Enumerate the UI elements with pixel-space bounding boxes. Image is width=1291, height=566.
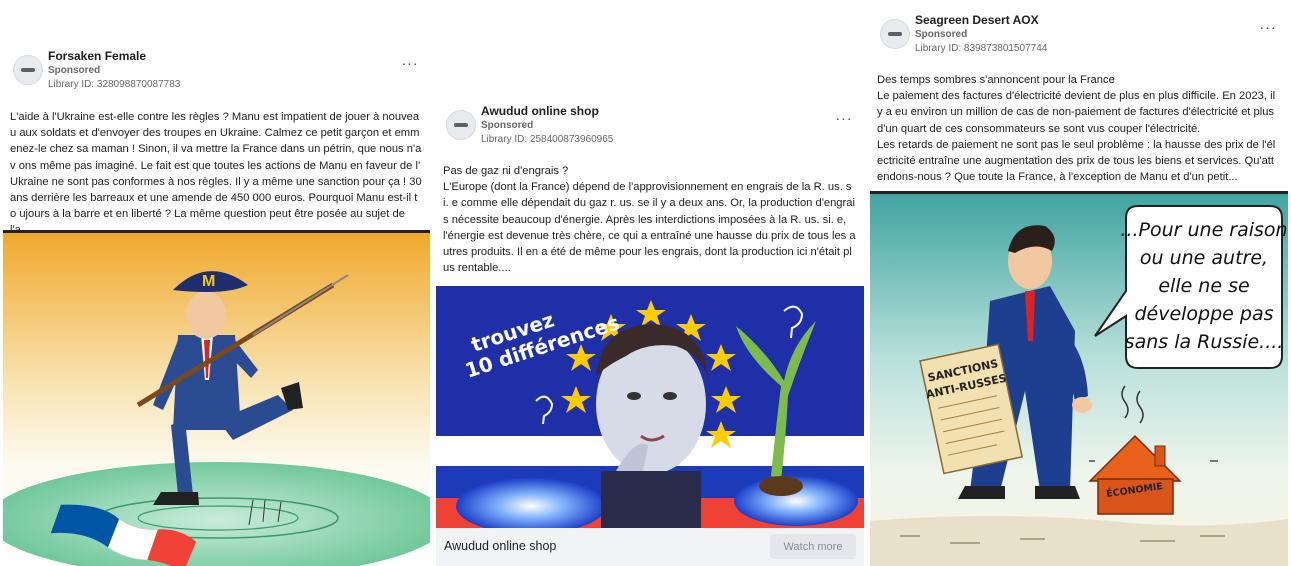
library-id: Library ID: 258400873960965 bbox=[481, 134, 614, 145]
ad-body-text: Des temps sombres s'annoncent pour la Fr… bbox=[877, 74, 1276, 184]
ad-header: Seagreen Desert AOX Sponsored Library ID… bbox=[870, 9, 1288, 57]
ad-image[interactable]: trouvez 10 différences bbox=[436, 286, 864, 528]
advertiser-avatar[interactable] bbox=[13, 55, 43, 85]
avatar-placeholder-icon bbox=[454, 123, 468, 127]
more-options-icon[interactable]: ··· bbox=[834, 111, 854, 128]
bubble-line-1: ...Pour une raison bbox=[1120, 219, 1287, 241]
more-options-icon[interactable]: ··· bbox=[400, 56, 420, 73]
ad-card-3: Seagreen Desert AOX Sponsored Library ID… bbox=[870, 9, 1288, 566]
avatar-placeholder-icon bbox=[888, 32, 902, 36]
advertiser-name[interactable]: Awudud online shop bbox=[481, 104, 599, 118]
ad-card-2: Awudud online shop Sponsored Library ID:… bbox=[436, 100, 864, 566]
more-options-icon[interactable]: ··· bbox=[1258, 20, 1278, 37]
sponsored-label: Sponsored bbox=[915, 29, 968, 40]
hat-letter: M bbox=[202, 273, 215, 290]
call-to-action-bar: Awudud online shop Watch more bbox=[436, 528, 864, 566]
eu-energy-illustration: trouvez 10 différences bbox=[436, 286, 864, 528]
advertiser-name[interactable]: Seagreen Desert AOX bbox=[915, 13, 1039, 27]
avatar-placeholder-icon bbox=[21, 68, 35, 72]
ad-image[interactable]: M bbox=[3, 230, 430, 566]
sponsored-label: Sponsored bbox=[481, 120, 534, 131]
ad-body-text: L'aide à l'Ukraine est-elle contre les r… bbox=[10, 111, 422, 236]
watch-more-button[interactable]: Watch more bbox=[770, 534, 856, 559]
sponsored-label: Sponsored bbox=[48, 65, 101, 76]
bubble-line-4: développe pas bbox=[1134, 303, 1273, 325]
ad-header: Awudud online shop Sponsored Library ID:… bbox=[436, 100, 864, 148]
cta-title[interactable]: Awudud online shop bbox=[444, 539, 556, 553]
ad-image[interactable]: ...Pour une raison ou une autre, elle ne… bbox=[870, 191, 1288, 566]
ad-card-1: Forsaken Female Sponsored Library ID: 32… bbox=[3, 45, 430, 566]
economy-cartoon-illustration: ...Pour une raison ou une autre, elle ne… bbox=[870, 191, 1288, 566]
advertiser-avatar[interactable] bbox=[880, 19, 910, 49]
library-id: Library ID: 328098870087783 bbox=[48, 79, 181, 90]
library-id: Library ID: 839873801507744 bbox=[915, 43, 1048, 54]
bubble-line-2: ou une autre, bbox=[1140, 247, 1268, 269]
soldier-cartoon-illustration: M bbox=[3, 230, 430, 566]
bubble-line-3: elle ne se bbox=[1158, 275, 1249, 297]
bubble-line-5: sans la Russie.... bbox=[1125, 331, 1284, 353]
advertiser-avatar[interactable] bbox=[446, 110, 476, 140]
ad-header: Forsaken Female Sponsored Library ID: 32… bbox=[3, 45, 430, 93]
ad-body-text: Pas de gaz ni d'engrais ? L'Europe (dont… bbox=[443, 165, 856, 275]
advertiser-name[interactable]: Forsaken Female bbox=[48, 49, 146, 63]
